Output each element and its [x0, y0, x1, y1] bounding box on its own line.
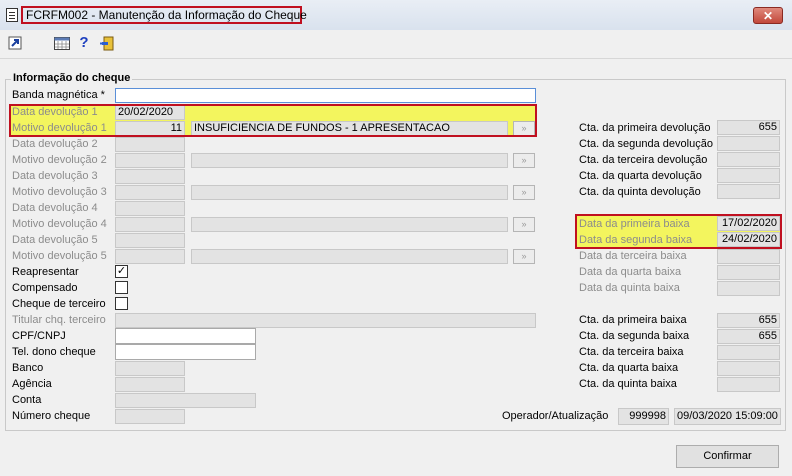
titular-field[interactable]	[115, 313, 536, 328]
motivo-devolucao-5-label: Motivo devolução 5	[12, 250, 107, 262]
conta-field[interactable]	[115, 393, 256, 408]
toolbar	[0, 30, 792, 59]
data-baixa-4-label: Data da quarta baixa	[579, 266, 682, 278]
motivo-devolucao-3-lookup[interactable]: »	[513, 185, 535, 200]
confirmar-button[interactable]: Confirmar	[676, 445, 779, 468]
cta-devolucao-1-label: Cta. da primeira devolução	[579, 122, 711, 134]
export-icon[interactable]	[8, 36, 22, 50]
cta-devolucao-2-field[interactable]	[717, 136, 780, 151]
data-baixa-5-label: Data da quinta baixa	[579, 282, 680, 294]
reapresentar-label: Reapresentar	[12, 266, 79, 278]
agencia-label: Agência	[12, 378, 52, 390]
motivo-devolucao-4-code[interactable]	[115, 217, 185, 232]
calendar-icon[interactable]	[54, 36, 70, 50]
cpf-label: CPF/CNPJ	[12, 330, 66, 342]
banda-input[interactable]	[115, 88, 536, 103]
motivo-devolucao-3-label: Motivo devolução 3	[12, 186, 107, 198]
group-title: Informação do cheque	[11, 72, 133, 84]
motivo-devolucao-4-lookup[interactable]: »	[513, 217, 535, 232]
cta-baixa-2-label: Cta. da segunda baixa	[579, 330, 690, 342]
motivo-devolucao-2-label: Motivo devolução 2	[12, 154, 107, 166]
numero-field[interactable]	[115, 409, 185, 424]
cta-baixa-1-field[interactable]: 655	[717, 313, 780, 328]
data-devolucao-2-field[interactable]	[115, 137, 185, 152]
banco-label: Banco	[12, 362, 44, 374]
agencia-field[interactable]	[115, 377, 185, 392]
cta-baixa-5-field[interactable]	[717, 377, 780, 392]
atualizacao-field[interactable]: 09/03/2020 15:09:00	[674, 408, 781, 425]
cta-baixa-3-field[interactable]	[717, 345, 780, 360]
data-baixa-5-field[interactable]	[717, 281, 780, 296]
motivo-devolucao-3-code[interactable]	[115, 185, 185, 200]
motivo-devolucao-3-desc[interactable]	[191, 185, 508, 200]
data-devolucao-3-label: Data devolução 3	[12, 170, 98, 182]
cpf-input[interactable]	[115, 328, 256, 344]
motivo-devolucao-2-desc[interactable]	[191, 153, 508, 168]
motivo-devolucao-5-code[interactable]	[115, 249, 185, 264]
banco-field[interactable]	[115, 361, 185, 376]
cta-baixa-2-field[interactable]: 655	[717, 329, 780, 344]
data-baixa-4-field[interactable]	[717, 265, 780, 280]
window-title: FCRFM002 - Manutenção da Informação do C…	[26, 8, 307, 22]
data-devolucao-5-label: Data devolução 5	[12, 234, 98, 246]
reapresentar-checkbox[interactable]: ✓	[115, 265, 128, 278]
numero-label: Número cheque	[12, 410, 91, 422]
compensado-label: Compensado	[12, 282, 78, 294]
help-icon[interactable]: ?	[77, 35, 91, 50]
cta-devolucao-4-field[interactable]	[717, 168, 780, 183]
cta-devolucao-5-field[interactable]	[717, 184, 780, 199]
cta-devolucao-2-label: Cta. da segunda devolução	[579, 138, 713, 150]
cta-devolucao-1-field[interactable]: 655	[717, 120, 780, 135]
motivo-devolucao-5-desc[interactable]	[191, 249, 508, 264]
motivo-devolucao-4-desc[interactable]	[191, 217, 508, 232]
banda-label: Banda magnética *	[12, 89, 105, 101]
motivo-devolucao-5-lookup[interactable]: »	[513, 249, 535, 264]
tel-label: Tel. dono cheque	[12, 346, 96, 358]
tel-input[interactable]	[115, 344, 256, 360]
data-devolucao-4-field[interactable]	[115, 201, 185, 216]
data-baixa-3-label: Data da terceira baixa	[579, 250, 687, 262]
exit-icon[interactable]	[100, 36, 114, 51]
cta-devolucao-4-label: Cta. da quarta devolução	[579, 170, 702, 182]
titular-label: Titular chq. terceiro	[12, 314, 106, 326]
devolucao-1-highlight-box	[9, 104, 537, 137]
motivo-devolucao-2-lookup[interactable]: »	[513, 153, 535, 168]
baixa-highlight-box	[575, 214, 782, 249]
operador-field[interactable]: 999998	[618, 408, 669, 425]
cta-baixa-5-label: Cta. da quinta baixa	[579, 378, 677, 390]
cta-devolucao-3-field[interactable]	[717, 152, 780, 167]
close-button[interactable]: ✕	[753, 7, 783, 24]
compensado-checkbox[interactable]	[115, 281, 128, 294]
cta-baixa-1-label: Cta. da primeira baixa	[579, 314, 687, 326]
data-devolucao-5-field[interactable]	[115, 233, 185, 248]
cta-devolucao-5-label: Cta. da quinta devolução	[579, 186, 701, 198]
data-devolucao-2-label: Data devolução 2	[12, 138, 98, 150]
conta-label: Conta	[12, 394, 42, 406]
cta-devolucao-3-label: Cta. da terceira devolução	[579, 154, 708, 166]
data-baixa-3-field[interactable]	[717, 249, 780, 264]
motivo-devolucao-2-code[interactable]	[115, 153, 185, 168]
cheque-terceiro-label: Cheque de terceiro	[12, 298, 106, 310]
cheque-terceiro-checkbox[interactable]	[115, 297, 128, 310]
motivo-devolucao-4-label: Motivo devolução 4	[12, 218, 107, 230]
window-menu-icon[interactable]	[6, 8, 18, 22]
data-devolucao-3-field[interactable]	[115, 169, 185, 184]
cta-baixa-4-field[interactable]	[717, 361, 780, 376]
cta-baixa-3-label: Cta. da terceira baixa	[579, 346, 684, 358]
cta-baixa-4-label: Cta. da quarta baixa	[579, 362, 679, 374]
data-devolucao-4-label: Data devolução 4	[12, 202, 98, 214]
operador-label: Operador/Atualização	[502, 410, 609, 422]
